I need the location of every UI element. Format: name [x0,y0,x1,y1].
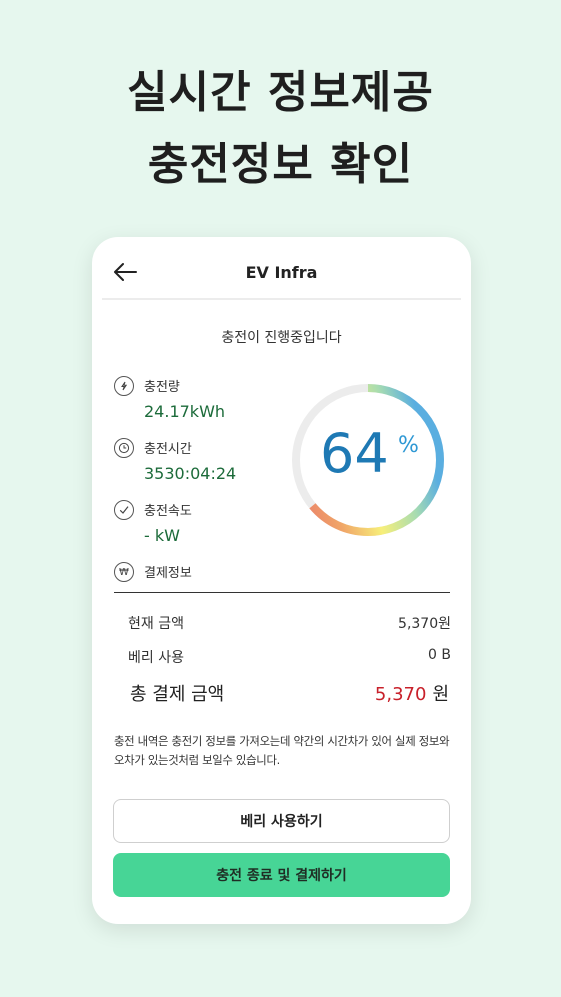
won-icon: ₩ [114,562,134,582]
divider [102,298,461,300]
notice-text: 충전 내역은 충전기 정보를 가져오는데 약간의 시간차가 있어 실제 정보와 … [114,734,450,767]
progress-percent: 64 [320,422,389,485]
headline-line-1: 실시간 정보제공 [127,67,434,118]
charging-status: 충전이 진행중입니다 [221,330,342,346]
app-title: EV Infra [245,263,318,282]
charge-speed-value: - kW [144,526,180,545]
end-charge-and-pay-button[interactable]: 충전 종료 및 결제하기 [113,853,450,897]
payment-info-label: 결제정보 [144,566,192,581]
total-payment-unit: 원 [432,684,449,705]
check-circle-icon [114,500,134,520]
section-divider [114,592,450,593]
use-berry-button[interactable]: 베리 사용하기 [113,799,450,843]
clock-icon [114,438,134,458]
berry-use-label: 베리 사용 [128,650,184,666]
charge-time-value: 3530:04:24 [144,464,237,483]
charge-amount-value: 24.17kWh [144,402,226,421]
headline-line-2: 충전정보 확인 [147,139,414,190]
total-payment-amount: 5,370 [374,684,427,705]
current-amount-value: 5,370원 [398,616,451,632]
berry-use-value: 0 B [428,647,451,663]
charge-time-label: 충전시간 [144,442,192,457]
app-bar: EV Infra [92,237,471,300]
current-amount-label: 현재 금액 [128,616,184,632]
total-payment-label: 총 결제 금액 [130,684,225,705]
progress-unit: % [398,433,419,458]
charge-speed-label: 충전속도 [144,504,192,519]
charge-amount-label: 충전량 [144,380,180,395]
phone-screen: EV Infra 충전이 진행중입니다 충전량 24.17kWh 충전시간 35… [92,237,471,924]
charge-amount-icon [114,376,134,396]
total-payment-value: 5,370 원 [375,680,449,706]
